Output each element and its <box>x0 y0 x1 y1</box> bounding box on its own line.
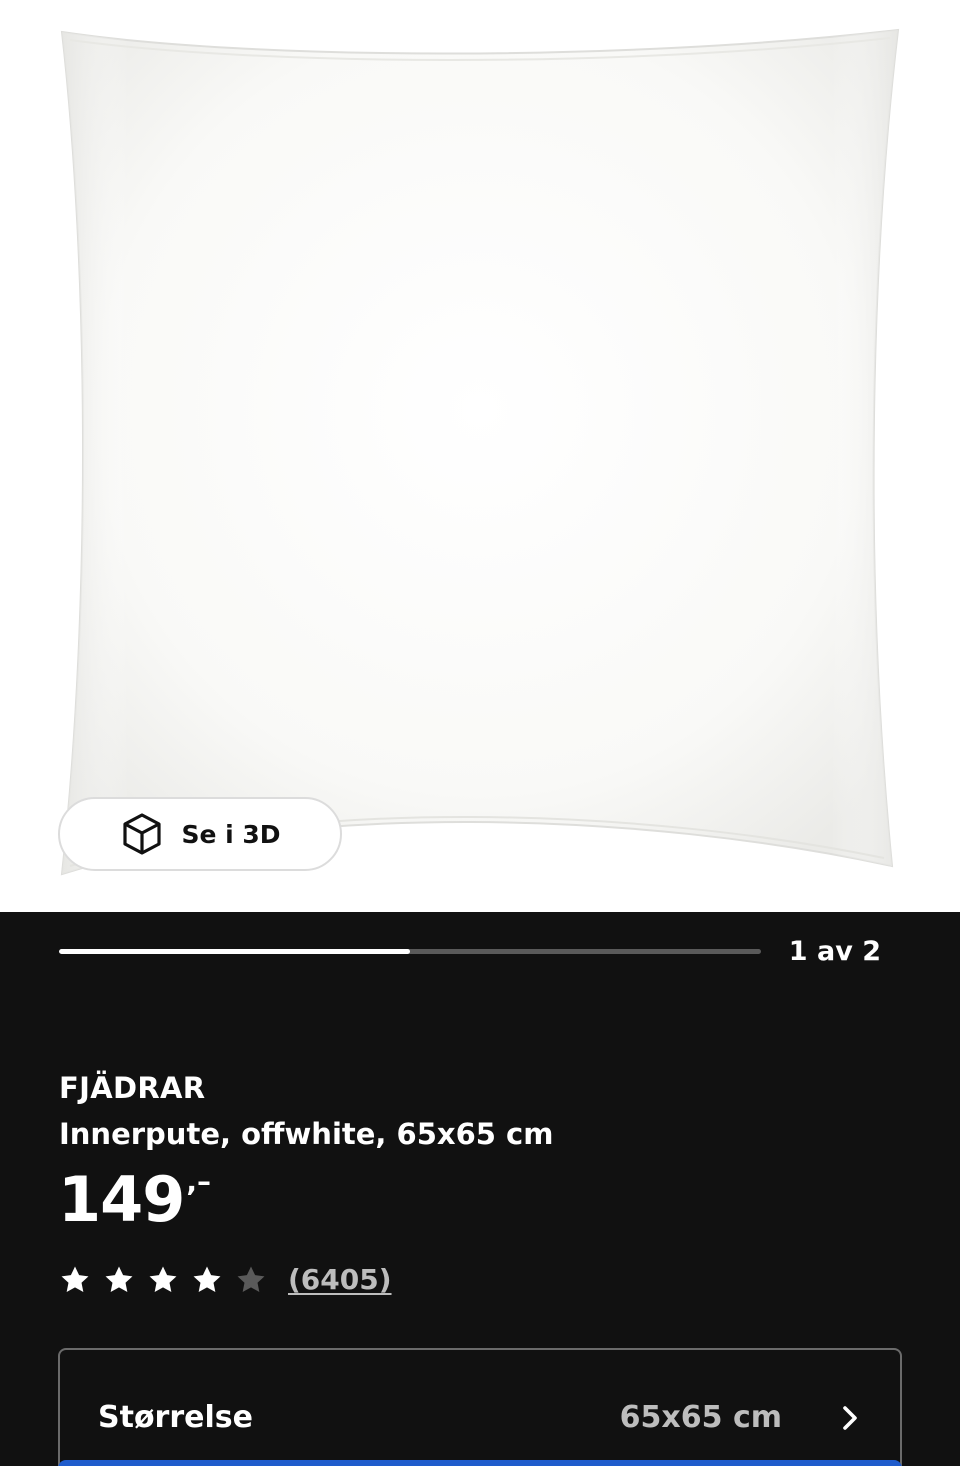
primary-button-edge[interactable] <box>58 1460 902 1466</box>
star-icon <box>105 1266 133 1293</box>
rating-row[interactable]: (6405) <box>58 1260 392 1300</box>
price-suffix: ,– <box>186 1165 212 1198</box>
gallery-page-counter: 1 av 2 <box>788 936 881 967</box>
product-page: Se i 3D 1 av 2 FJÄDRAR Innerpute, offwhi… <box>0 0 960 1466</box>
product-image[interactable] <box>0 0 960 912</box>
star-icon <box>61 1266 89 1293</box>
gallery-progress-fill <box>59 949 410 954</box>
cube-icon <box>123 813 162 855</box>
size-value: 65x65 cm <box>619 1400 782 1435</box>
price-amount: 149 <box>58 1163 185 1236</box>
view-in-3d-button[interactable]: Se i 3D <box>58 797 342 871</box>
product-brand: FJÄDRAR <box>59 1071 206 1105</box>
size-selector[interactable]: Størrelse 65x65 cm <box>58 1348 902 1466</box>
product-price: 149 ,– <box>58 1162 211 1238</box>
star-icon <box>149 1266 177 1293</box>
chevron-right-icon <box>843 1406 857 1430</box>
star-empty-icon <box>237 1266 265 1293</box>
size-label: Størrelse <box>98 1400 253 1435</box>
product-image-area[interactable]: Se i 3D <box>0 0 960 912</box>
gallery-progress-bar <box>59 949 761 954</box>
view-in-3d-label: Se i 3D <box>181 819 281 849</box>
star-icon <box>193 1266 221 1293</box>
review-count-link[interactable]: (6405) <box>288 1260 392 1300</box>
product-description: Innerpute, offwhite, 65x65 cm <box>59 1117 554 1151</box>
